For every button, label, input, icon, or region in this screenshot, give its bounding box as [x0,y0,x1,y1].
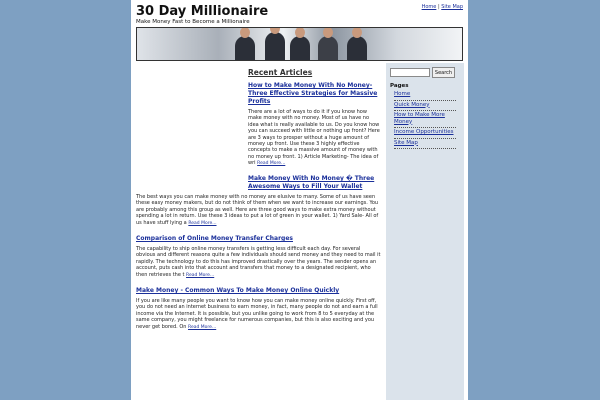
banner-person [290,28,310,60]
top-links: Home | Site Map [422,4,463,10]
read-more-link[interactable]: Read More... [257,161,285,166]
page-link-income-opportunities[interactable]: Income Opportunities [394,129,454,135]
banner-person [265,28,285,60]
pages-list-item: Income Opportunities [394,128,456,139]
pages-list-item: How to Make More Money [394,111,456,128]
search-input[interactable] [390,68,430,77]
pages-heading: Pages [390,83,409,89]
sidebar: Search Pages Home Quick Money How to Mak… [386,63,464,400]
read-more-link[interactable]: Read More... [186,273,214,278]
pages-list-item: Quick Money [394,101,456,111]
page-link-how-to-make-more-money[interactable]: How to Make More Money [394,112,445,125]
recent-articles-heading: Recent Articles [248,68,313,77]
page-link-home[interactable]: Home [394,91,410,97]
article-title-link[interactable]: Comparison of Online Money Transfer Char… [136,235,381,243]
page-link-quick-money[interactable]: Quick Money [394,102,430,108]
pages-list-item: Home [394,90,456,101]
banner-person [235,28,255,60]
top-links-separator: | [437,4,440,10]
article-excerpt-text: There are a lot of ways to do it if you … [248,109,380,167]
article-excerpt-text: The capability to ship online money tran… [136,246,381,278]
article-excerpt: If you are like many people you want to … [136,298,381,331]
header-banner-image [136,27,463,61]
site-tagline: Make Money Fast to Become a Millionaire [136,19,250,25]
article-title-link[interactable]: Make Money With No Money � Three Awesome… [136,175,381,191]
top-link-home[interactable]: Home [422,4,437,10]
site-title[interactable]: 30 Day Millionaire [136,4,268,19]
article-title-link[interactable]: How to Make Money With No Money- Three E… [248,82,381,106]
banner-person [318,28,338,60]
pages-list-item: Site Map [394,139,456,149]
article: Comparison of Online Money Transfer Char… [136,235,381,279]
search-button[interactable]: Search [432,67,455,78]
banner-person [347,28,367,60]
top-link-sitemap[interactable]: Site Map [441,4,463,10]
article-excerpt-text: If you are like many people you want to … [136,298,378,330]
read-more-link[interactable]: Read More... [188,325,216,330]
article-excerpt: There are a lot of ways to do it if you … [248,109,381,168]
article-excerpt: The best ways you can make money with no… [136,194,381,227]
article: Make Money With No Money � Three Awesome… [136,175,381,227]
pages-list: Home Quick Money How to Make More Money … [394,90,456,149]
article: How to Make Money With No Money- Three E… [248,82,381,168]
article-title-link[interactable]: Make Money - Common Ways To Make Money O… [136,287,381,295]
page-link-site-map[interactable]: Site Map [394,140,418,146]
article: Make Money - Common Ways To Make Money O… [136,287,381,331]
article-excerpt: The capability to ship online money tran… [136,246,381,279]
article-excerpt-text: The best ways you can make money with no… [136,194,379,226]
read-more-link[interactable]: Read More... [188,221,216,226]
